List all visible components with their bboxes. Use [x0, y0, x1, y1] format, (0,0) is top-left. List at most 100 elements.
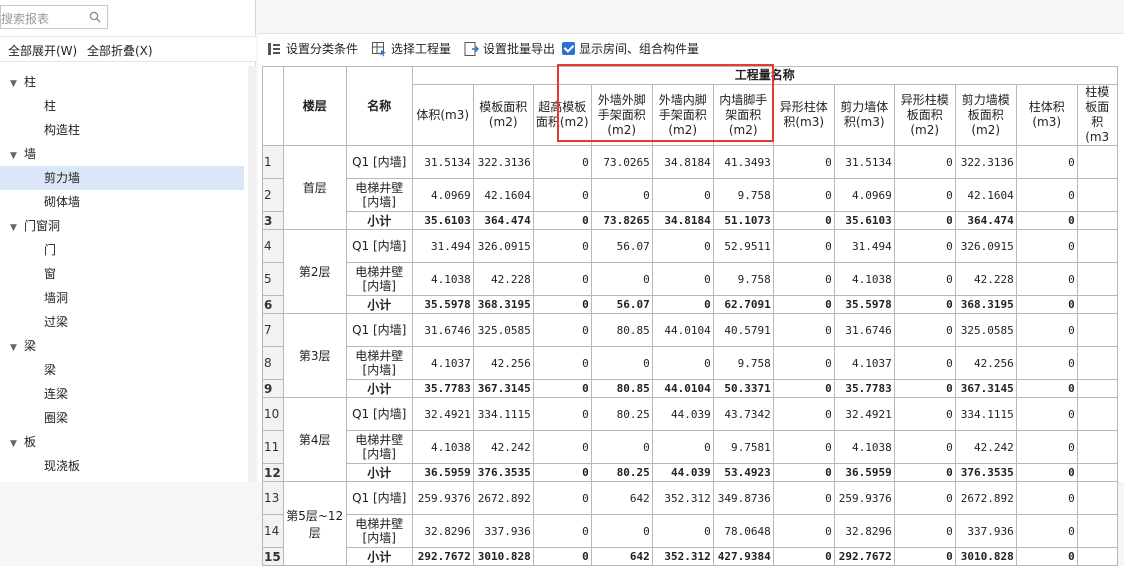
value-cell: 0	[893, 229, 956, 263]
tree-item-door[interactable]: 门	[0, 238, 252, 262]
tree-scrollbar[interactable]	[248, 66, 256, 482]
value-cell: 44.0104	[651, 379, 714, 398]
value-cell: 31.494	[833, 229, 895, 263]
value-cell: 0	[893, 514, 956, 548]
collapse-all-button[interactable]: 全部折叠(X)	[87, 42, 153, 59]
table-row[interactable]: 15 小计 292.7672 3010.828 0 642 352.312 427.9384 0…	[262, 547, 1118, 566]
value-cell	[1076, 229, 1118, 263]
table-row[interactable]: 9 小计 35.7783 367.3145 0 80.85 44.0104 50.3371 0 3…	[262, 379, 1118, 398]
value-cell: 35.6103	[411, 211, 474, 230]
tree-item-label: 窗	[44, 267, 57, 281]
tree-item-ring-beam[interactable]: 圈梁	[0, 406, 252, 430]
value-cell: 326.0915	[954, 229, 1017, 263]
search-icon[interactable]	[89, 11, 101, 23]
value-cell: 44.039	[651, 463, 714, 482]
value-cell	[1076, 178, 1118, 212]
value-cell: 367.3145	[954, 379, 1017, 398]
expand-arrow-icon[interactable]: ▼	[10, 72, 24, 96]
set-category-button[interactable]: 设置分类条件	[266, 40, 358, 58]
expand-arrow-icon[interactable]: ▼	[10, 432, 24, 456]
table-row[interactable]: 10 第4层 Q1 [内墙] 32.4921 334.1115 0 80.25 44.039 4…	[262, 397, 1118, 482]
tree-item-shear-wall[interactable]: 剪力墙	[0, 166, 244, 190]
expand-arrow-icon[interactable]: ▼	[10, 216, 24, 240]
tree-group-column[interactable]: ▼ 柱	[0, 70, 252, 94]
tree-item-wall-hole[interactable]: 墙洞	[0, 286, 252, 310]
table-row[interactable]: 2 电梯井壁[内墙] 4.0969 42.1604 0 0 0 9.758 0 4.0969 0 42…	[262, 178, 1118, 212]
table-row[interactable]: 1 首层 Q1 [内墙] 31.5134 322.3136 0 73.0265 34.8184…	[262, 145, 1118, 230]
column-header: 超高模板面积(m2)	[532, 84, 592, 146]
floor-cell: 第2层	[282, 229, 347, 314]
show-rooms-checkbox[interactable]	[562, 42, 575, 55]
value-cell: 73.0265	[590, 145, 653, 179]
value-cell: 0	[893, 397, 956, 431]
value-cell: 3010.828	[472, 547, 534, 566]
tree-item-masonry-wall[interactable]: 砌体墙	[0, 190, 252, 214]
value-cell: 42.242	[954, 430, 1017, 464]
table-row[interactable]: 14 电梯井壁[内墙] 32.8296 337.936 0 0 0 78.0648 0 32.82…	[262, 514, 1118, 548]
tree-item-beam[interactable]: 梁	[0, 358, 252, 382]
table-row[interactable]: 13 第5层~12层 Q1 [内墙] 259.9376 2672.892 0 642 352.…	[262, 481, 1118, 566]
value-cell: 35.6103	[833, 211, 895, 230]
value-cell: 9.7581	[712, 430, 774, 464]
show-rooms-toggle[interactable]: 显示房间、组合构件量	[562, 40, 699, 58]
value-cell: 36.5959	[411, 463, 474, 482]
select-project-button[interactable]: 选择工程量	[371, 40, 451, 58]
value-cell: 0	[772, 547, 835, 566]
value-cell: 376.3535	[472, 463, 534, 482]
value-cell: 0	[1015, 514, 1078, 548]
value-cell	[1076, 295, 1118, 314]
expand-all-button[interactable]: 全部展开(W)	[8, 42, 77, 59]
column-header: 外墙外脚手架面积(m2)	[590, 84, 653, 146]
value-cell	[1076, 514, 1118, 548]
value-cell: 322.3136	[472, 145, 534, 179]
tree-item-cast-slab[interactable]: 现浇板	[0, 454, 252, 478]
floor-cell: 首层	[282, 145, 347, 230]
row-number: 7	[262, 313, 284, 347]
value-cell: 0	[772, 514, 835, 548]
value-cell: 0	[590, 346, 653, 380]
tree-item-window[interactable]: 窗	[0, 262, 252, 286]
value-cell: 36.5959	[833, 463, 895, 482]
tree-item-lintel[interactable]: 过梁	[0, 310, 252, 334]
tree-item-column[interactable]: 柱	[0, 94, 252, 118]
expand-arrow-icon[interactable]: ▼	[10, 144, 24, 168]
search-input[interactable]: 搜索报表	[1, 10, 49, 27]
row-number: 1	[262, 145, 284, 179]
tree-item-coupling-beam[interactable]: 连梁	[0, 382, 252, 406]
tree-group-slab[interactable]: ▼ 板	[0, 430, 252, 454]
value-cell: 322.3136	[954, 145, 1017, 179]
batch-export-button[interactable]: 设置批量导出	[463, 40, 555, 58]
value-cell: 0	[532, 346, 592, 380]
value-cell: 334.1115	[472, 397, 534, 431]
search-box[interactable]: 搜索报表	[0, 5, 108, 29]
value-cell: 0	[1015, 178, 1078, 212]
value-cell: 80.25	[590, 397, 653, 431]
tree-group-wall[interactable]: ▼ 墙	[0, 142, 252, 166]
value-cell: 0	[772, 178, 835, 212]
value-cell: 9.758	[712, 178, 774, 212]
value-cell: 352.312	[651, 481, 714, 515]
table-row[interactable]: 7 第3层 Q1 [内墙] 31.6746 325.0585 0 80.85 44.0104 4…	[262, 313, 1118, 398]
table-row[interactable]: 5 电梯井壁[内墙] 4.1038 42.228 0 0 0 9.758 0 4.1038 0 42.…	[262, 262, 1118, 296]
tree-group-beam[interactable]: ▼ 梁	[0, 334, 252, 358]
value-cell: 31.5134	[411, 145, 474, 179]
table-row[interactable]: 11 电梯井壁[内墙] 4.1038 42.242 0 0 0 9.7581 0 4.1038 0 4…	[262, 430, 1118, 464]
table-row[interactable]: 12 小计 36.5959 376.3535 0 80.25 44.039 53.4923 0 3…	[262, 463, 1118, 482]
table-row[interactable]: 4 第2层 Q1 [内墙] 31.494 326.0915 0 56.07 0 52.9511 0…	[262, 229, 1118, 314]
tree-item-construct-column[interactable]: 构造柱	[0, 118, 252, 142]
value-cell: 367.3145	[472, 379, 534, 398]
select-quantity-icon	[372, 42, 386, 57]
table-row[interactable]: 3 小计 35.6103 364.474 0 73.8265 34.8184 51.1073 0…	[262, 211, 1118, 230]
expand-arrow-icon[interactable]: ▼	[10, 336, 24, 360]
tree-group-openings[interactable]: ▼ 门窗洞	[0, 214, 252, 238]
tree-item-label: 砌体墙	[44, 195, 81, 209]
value-cell: 4.1038	[833, 430, 895, 464]
tree-item-label: 梁	[44, 363, 57, 377]
value-cell: 259.9376	[411, 481, 474, 515]
table-row[interactable]: 6 小计 35.5978 368.3195 0 56.07 0 62.7091 0 35.5978…	[262, 295, 1118, 314]
value-cell: 2672.892	[472, 481, 534, 515]
value-cell: 0	[651, 229, 714, 263]
value-cell: 259.9376	[833, 481, 895, 515]
row-number: 3	[262, 211, 284, 230]
table-row[interactable]: 8 电梯井壁[内墙] 4.1037 42.256 0 0 0 9.758 0 4.1037 0 42.…	[262, 346, 1118, 380]
